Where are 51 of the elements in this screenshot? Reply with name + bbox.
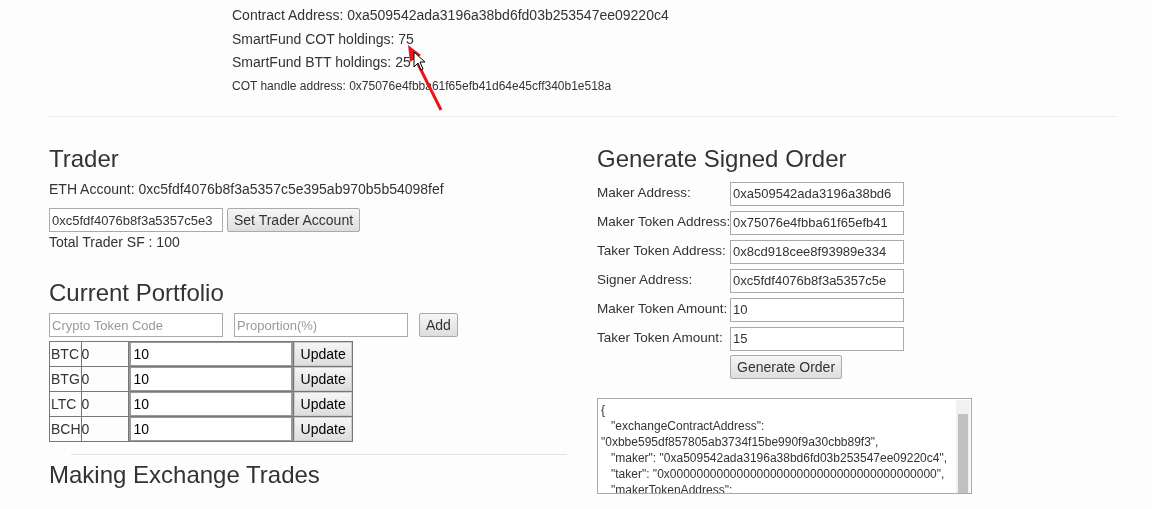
proportion-input[interactable]: 10	[128, 392, 293, 416]
code-line: "exchangeContractAddress":	[610, 418, 766, 434]
field-label: Taker Token Amount:	[597, 329, 724, 348]
order-output-field[interactable]	[597, 398, 972, 494]
generate-order-button[interactable]: Generate Order	[730, 355, 843, 379]
table-cell: 0	[81, 341, 129, 367]
update-button[interactable]: Update	[293, 367, 352, 391]
order-input[interactable]: 10	[730, 297, 904, 322]
field-label: Taker Token Address:	[597, 242, 727, 261]
section-heading: Generate Signed Order	[597, 145, 848, 173]
proportion-input[interactable]: 10	[128, 417, 293, 441]
proportion-input[interactable]: 10	[128, 367, 293, 391]
account-input[interactable]: 0xc5fdf4076b8f3a5357c5e3	[49, 208, 223, 232]
section-heading: Current Portfolio	[49, 279, 225, 307]
table-cell: BTG	[49, 366, 82, 392]
proportion-input[interactable]: Proportion(%)	[234, 313, 408, 337]
table-cell: BTC	[49, 341, 82, 367]
code-line: {	[601, 402, 606, 418]
update-button[interactable]: Update	[293, 417, 352, 441]
info-text: SmartFund BTT holdings: 25	[232, 53, 411, 72]
order-input[interactable]: 0x8cd918cee8f93989e334	[730, 239, 904, 264]
field-label: Signer Address:	[597, 271, 694, 290]
account-text: ETH Account: 0xc5fdf4076b8f3a5357c5e395ab970b5b54098fef	[49, 180, 445, 199]
update-button[interactable]: Update	[293, 392, 352, 416]
proportion-input[interactable]: 10	[128, 342, 293, 366]
info-text: SmartFund COT holdings: 75	[232, 29, 414, 49]
table-cell: 0	[81, 366, 129, 392]
table-cell: LTC	[49, 391, 82, 417]
section-heading: Trader	[49, 145, 120, 173]
order-input[interactable]: 15	[730, 326, 904, 351]
order-input[interactable]: 0xa509542ada3196a38bd6	[730, 181, 904, 206]
table-cell: 0	[81, 416, 129, 442]
set-account-button[interactable]: Set Trader Account	[227, 208, 361, 232]
field-label: Maker Token Address:	[597, 213, 730, 232]
code-line: "taker": "0x0000000000000000000000000000000000000000",	[610, 466, 946, 482]
info-text: Contract Address: 0xa509542ada3196a38bd6fd03b253547ee09220c4	[232, 6, 669, 25]
table-cell: 0	[81, 391, 129, 417]
table-cell: BCH	[49, 416, 82, 442]
section-heading: Making Exchange Trades	[49, 461, 321, 489]
cursor-icon	[413, 51, 427, 71]
total-text: Total Trader SF : 100	[49, 233, 181, 252]
field-label: Maker Token Amount:	[597, 300, 729, 319]
token-code-input[interactable]: Crypto Token Code	[49, 313, 223, 337]
update-button[interactable]: Update	[293, 342, 352, 366]
order-input[interactable]: 0x75076e4fbba61f65efb41	[730, 210, 904, 235]
order-input[interactable]: 0xc5fdf4076b8f3a5357c5e	[730, 268, 904, 293]
code-line: "maker": "0xa509542ada3196a38bd6fd03b253547ee09220c4",	[610, 450, 948, 466]
field-label: Maker Address:	[597, 184, 692, 203]
add-button[interactable]: Add	[419, 313, 458, 337]
code-line: "0xbbe595df857805ab3734f15be990f9a30cbb89f3",	[601, 434, 880, 450]
scrollbar[interactable]	[956, 400, 970, 493]
